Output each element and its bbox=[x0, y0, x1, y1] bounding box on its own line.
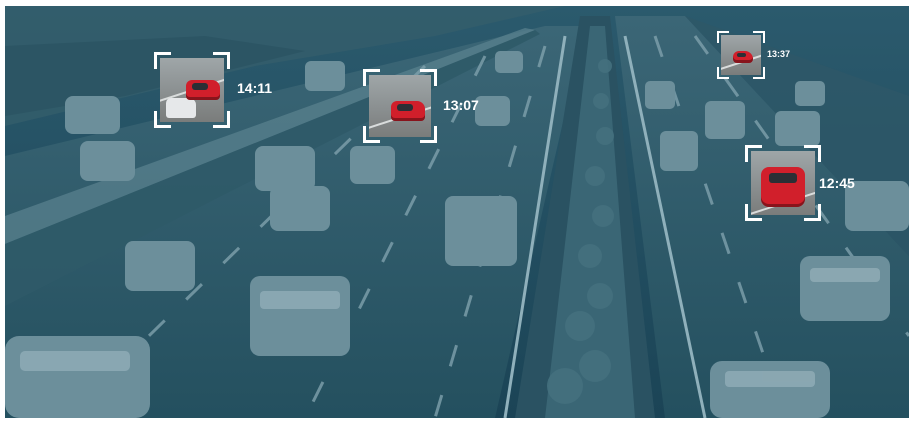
vehicle-tracker-4: 12:45 bbox=[745, 145, 905, 223]
tracking-frame bbox=[154, 52, 230, 128]
timestamp-label: 12:45 bbox=[819, 175, 855, 191]
timestamp-label: 13:07 bbox=[443, 97, 479, 113]
vehicle-tracker-3: 13:37 bbox=[717, 31, 837, 81]
tracking-frame bbox=[717, 31, 765, 79]
timestamp-label: 14:11 bbox=[237, 80, 273, 96]
vehicle-tracker-1: 14:11 bbox=[154, 52, 374, 128]
timestamp-label: 13:37 bbox=[767, 49, 791, 59]
tracking-frame bbox=[363, 69, 437, 143]
vehicle-tracker-2: 13:07 bbox=[363, 69, 583, 145]
tracking-frame bbox=[745, 145, 821, 221]
highway-scene: 14:11 13:07 13:37 12:45 bbox=[5, 6, 909, 418]
